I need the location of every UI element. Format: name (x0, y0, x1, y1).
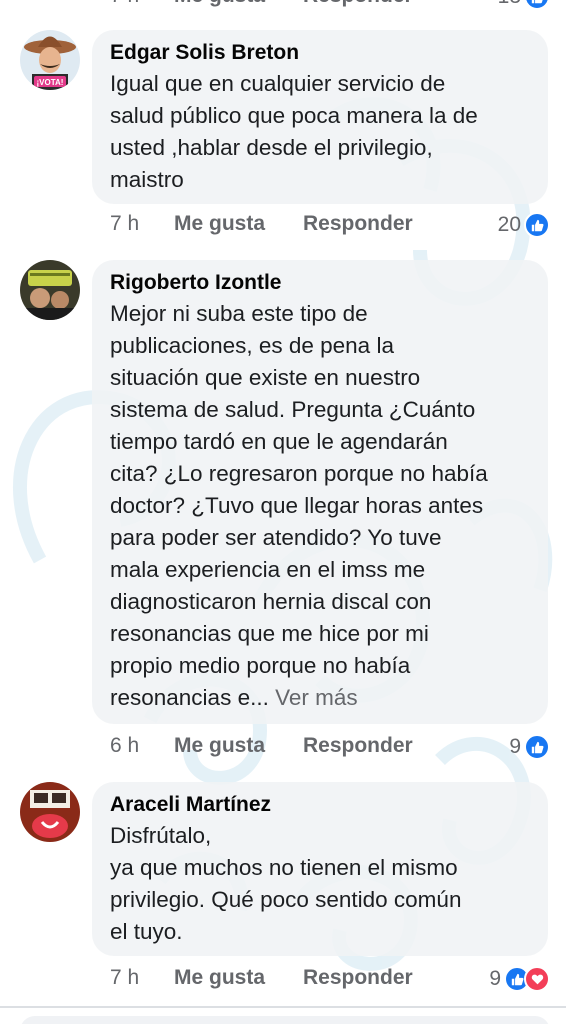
section-divider (0, 1006, 566, 1008)
reply-button[interactable]: Responder (303, 966, 413, 990)
like-button[interactable]: Me gusta (174, 212, 265, 236)
comment-text-line: cita? ¿Lo regresaron porque no había (110, 461, 488, 486)
reaction-count: 9 (489, 967, 501, 990)
comment-text-line: el tuyo. (110, 919, 183, 944)
comment-text-line: situación que existe en nuestro (110, 365, 421, 390)
comment-author[interactable]: Rigoberto Izontle (110, 270, 530, 296)
comment-text-line: Disfrútalo, (110, 823, 212, 848)
comment-time: 7 h (110, 0, 139, 8)
previous-comment-actions: 7 h Me gusta Responder 13 (110, 0, 550, 12)
comment-text-line: salud público que poca manera la de (110, 103, 478, 128)
reaction-summary[interactable]: 9 (509, 734, 550, 760)
comment-text-line: Mejor ni suba este tipo de (110, 301, 368, 326)
like-button[interactable]: Me gusta (174, 0, 265, 8)
like-button[interactable]: Me gusta (174, 734, 265, 758)
comment-text-line: sistema de salud. Pregunta ¿Cuánto (110, 397, 476, 422)
reply-button[interactable]: Responder (303, 212, 413, 236)
reaction-count: 13 (498, 0, 521, 9)
love-icon (524, 966, 550, 992)
avatar-sign-text: ¡VOTA! (37, 78, 64, 87)
reply-button[interactable]: Responder (303, 734, 413, 758)
comment-author[interactable]: Edgar Solis Breton (110, 40, 530, 66)
like-icon (524, 734, 550, 760)
avatar[interactable] (20, 260, 80, 320)
reaction-summary[interactable]: 9 (489, 966, 550, 992)
comment-text-line: tiempo tardó en que le agendarán (110, 429, 448, 454)
avatar[interactable] (20, 782, 80, 842)
comment-time[interactable]: 6 h (110, 734, 139, 758)
comment-text-line: usted ,hablar desde el privilegio, (110, 135, 433, 160)
like-icon (524, 212, 550, 238)
reaction-summary[interactable]: 20 (498, 212, 550, 238)
avatar[interactable]: ¡VOTA! (20, 30, 80, 90)
comment-text-line: privilegio. Qué poco sentido común (110, 887, 462, 912)
comment-text-line: propio medio porque no había (110, 653, 411, 678)
comment-time[interactable]: 7 h (110, 212, 139, 236)
comment-text-line: ya que muchos no tienen el mismo (110, 855, 458, 880)
comment-text-line: diagnosticaron hernia discal con (110, 589, 432, 614)
comment-bubble[interactable]: Araceli Martínez Disfrútalo, ya que much… (92, 782, 548, 956)
like-button[interactable]: Me gusta (174, 966, 265, 990)
see-more-link[interactable]: Ver más (275, 685, 358, 710)
comment-bubble[interactable]: Rigoberto Izontle Mejor ni suba este tip… (92, 260, 548, 724)
comment-author[interactable]: Araceli Martínez (110, 792, 530, 818)
comment-text-line: mala experiencia en el imss me (110, 557, 426, 582)
reaction-summary[interactable]: 13 (498, 0, 550, 10)
comments-page: 7 h Me gusta Responder 13 ¡VOTA! Edga (0, 0, 566, 1024)
comment-text-line: Igual que en cualquier servicio de (110, 71, 446, 96)
comment-text-line: doctor? ¿Tuvo que llegar horas antes (110, 493, 484, 518)
comment-text-line-last: resonancias e... Ver más (110, 682, 530, 714)
comment-text-line: maistro (110, 167, 184, 192)
comment-time[interactable]: 7 h (110, 966, 139, 990)
comment-text-line: para poder ser atendido? Yo tuve (110, 525, 442, 550)
like-icon (524, 0, 550, 10)
comment-actions: 7 h Me gusta Responder 9 (110, 966, 550, 994)
comment-actions: 6 h Me gusta Responder 9 (110, 734, 550, 762)
comment-bubble[interactable]: Edgar Solis Breton Igual que en cualquie… (92, 30, 548, 204)
comment-text-line: publicaciones, es de pena la (110, 333, 394, 358)
reaction-count: 20 (497, 213, 521, 236)
reaction-count: 9 (509, 735, 521, 758)
next-comment-bubble-partial (20, 1016, 550, 1024)
comment-text-line: resonancias que me hice por mi (110, 621, 429, 646)
reply-button[interactable]: Responder (303, 0, 413, 8)
comment-actions: 7 h Me gusta Responder 20 (110, 212, 550, 240)
truncated-text: resonancias e... (110, 685, 276, 710)
